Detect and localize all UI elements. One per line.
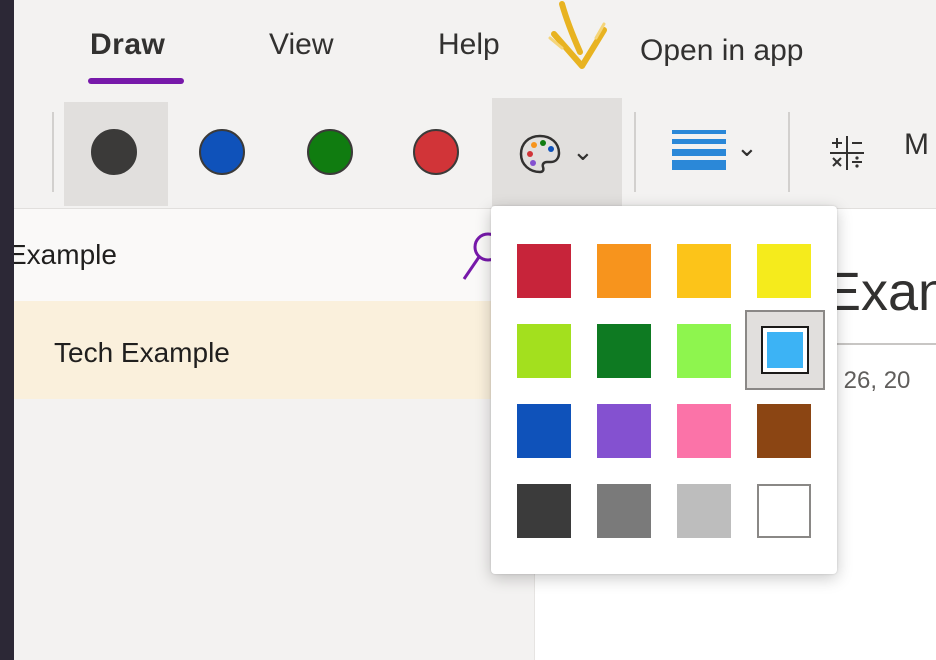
color-swatch[interactable]: [757, 404, 811, 458]
toolbar-divider: [52, 112, 54, 192]
section-title[interactable]: Example: [14, 239, 117, 271]
chevron-down-icon: ⌄: [572, 136, 594, 166]
app-window: Draw View Help Open in app ⌄ ⌄ M Example…: [14, 0, 936, 660]
blue-pen-swatch: [199, 129, 245, 175]
palette-icon: [519, 134, 561, 174]
red-pen-swatch: [413, 129, 459, 175]
color-swatch[interactable]: [517, 244, 571, 298]
color-picker-popup: [491, 206, 837, 574]
color-swatch[interactable]: [597, 324, 651, 378]
math-icon[interactable]: [828, 134, 866, 172]
tab-help[interactable]: Help: [438, 28, 500, 62]
color-swatch[interactable]: [517, 484, 571, 538]
draw-toolbar: ⌄ ⌄ M: [14, 96, 936, 209]
color-palette-button[interactable]: ⌄: [492, 98, 622, 206]
black-pen-swatch: [91, 129, 137, 175]
ribbon-tab-bar: Draw View Help Open in app: [14, 0, 936, 96]
color-swatch[interactable]: [517, 404, 571, 458]
black-pen-button[interactable]: [64, 102, 168, 206]
page-title[interactable]: Exan: [825, 261, 936, 323]
math-button-label[interactable]: M: [904, 128, 929, 162]
color-swatch[interactable]: [677, 244, 731, 298]
chevron-down-icon[interactable]: ⌄: [736, 132, 758, 163]
color-swatch[interactable]: [597, 244, 651, 298]
green-pen-swatch: [307, 129, 353, 175]
list-item[interactable]: Tech Example: [14, 301, 534, 399]
color-swatch[interactable]: [597, 404, 651, 458]
color-swatch[interactable]: [597, 484, 651, 538]
red-pen-button[interactable]: [386, 102, 490, 206]
page-item-label: Tech Example: [54, 337, 230, 368]
stroke-thickness-button[interactable]: [672, 130, 726, 170]
blue-pen-button[interactable]: [172, 102, 276, 206]
page-date: y 26, 20: [825, 367, 911, 394]
green-pen-button[interactable]: [280, 102, 384, 206]
color-swatch[interactable]: [757, 244, 811, 298]
open-in-app-link[interactable]: Open in app: [640, 34, 803, 68]
active-tab-indicator: [88, 78, 184, 84]
color-swatch[interactable]: [517, 324, 571, 378]
color-swatch[interactable]: [677, 484, 731, 538]
color-swatch-selected[interactable]: [745, 310, 825, 390]
page-list-sidebar: Example Tech Example: [14, 209, 535, 660]
toolbar-divider: [788, 112, 790, 192]
tab-draw[interactable]: Draw: [90, 28, 165, 62]
tab-view[interactable]: View: [269, 28, 333, 62]
color-swatch[interactable]: [677, 324, 731, 378]
color-swatch[interactable]: [757, 484, 811, 538]
color-swatch[interactable]: [677, 404, 731, 458]
annotation-arrow-icon: [548, 1, 607, 69]
section-header: Example: [14, 209, 534, 302]
toolbar-divider: [634, 112, 636, 192]
title-underline: [825, 343, 936, 345]
